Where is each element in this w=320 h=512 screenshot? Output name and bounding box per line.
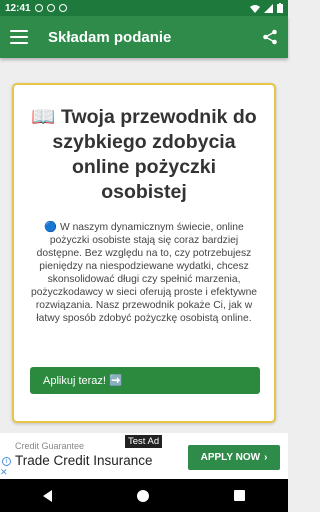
card-heading: 📖 Twoja przewodnik do szybkiego zdobycia… — [31, 106, 257, 203]
status-system-icons — [250, 3, 283, 13]
app-bar: Składam podanie — [0, 16, 288, 58]
status-notification-icons — [34, 4, 67, 12]
menu-icon[interactable] — [10, 30, 28, 44]
battery-icon — [277, 3, 283, 13]
sync-icon — [58, 4, 67, 12]
ad-close-icon[interactable]: ✕ — [0, 467, 8, 478]
app-title: Składam podanie — [48, 28, 172, 46]
test-ad-badge: Test Ad — [125, 435, 163, 448]
signal-icon — [264, 3, 273, 13]
guide-card: 📖 Twoja przewodnik do szybkiego zdobycia… — [12, 83, 276, 423]
ad-banner[interactable]: i ✕ Credit Guarantee Test Ad Trade Credi… — [0, 433, 288, 479]
share-icon[interactable] — [262, 29, 278, 45]
status-time: 12:41 — [5, 2, 31, 14]
ad-apply-now-button[interactable]: APPLY NOW › — [188, 445, 280, 470]
chevron-right-icon: › — [264, 452, 268, 463]
system-nav-bar — [0, 479, 288, 512]
apply-now-button[interactable]: Aplikuj teraz! ➡️ — [30, 367, 260, 394]
notification-icon — [34, 4, 43, 12]
card-body: 🔵 W naszym dynamicznym świecie, online p… — [30, 222, 258, 324]
wifi-icon — [250, 4, 260, 13]
ad-advertiser: Credit Guarantee — [15, 441, 85, 451]
recent-apps-icon[interactable] — [234, 490, 246, 501]
status-bar: 12:41 — [0, 0, 288, 16]
shield-icon — [46, 4, 55, 12]
ad-headline: Trade Credit Insurance — [15, 453, 153, 468]
back-icon[interactable] — [42, 489, 52, 502]
ad-info-icon[interactable]: i — [2, 457, 11, 466]
ad-button-label: APPLY NOW — [200, 452, 261, 463]
home-icon[interactable] — [136, 489, 149, 502]
